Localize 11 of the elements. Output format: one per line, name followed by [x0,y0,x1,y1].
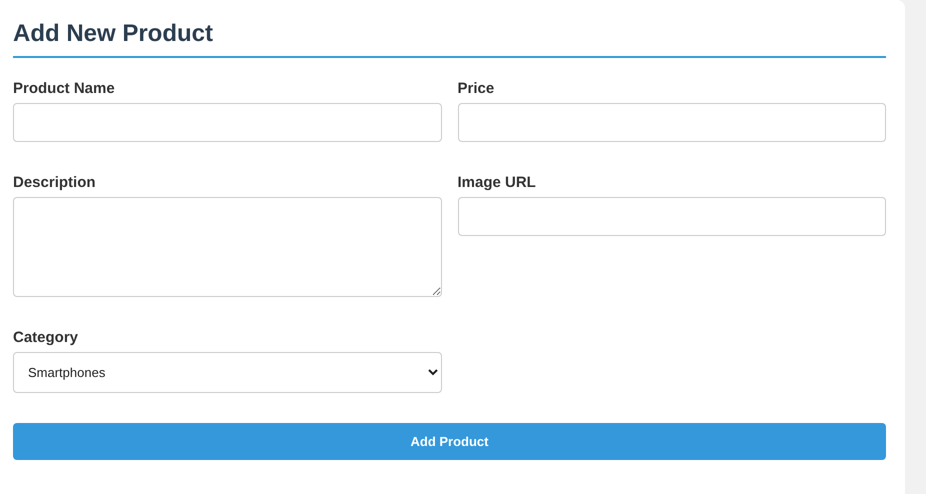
field-label: Price [458,80,496,97]
field-label: Image URL [458,174,537,191]
field-label: Description [13,174,97,191]
field-label: Product Name [13,80,116,97]
textarea-field[interactable] [13,197,442,297]
field-label: Category [13,329,80,346]
input-field[interactable] [458,197,886,236]
category-select[interactable]: Smartphones [13,352,442,393]
input-field[interactable] [13,103,442,142]
form-title: Add New Product [13,20,886,58]
input-field[interactable] [458,103,886,142]
